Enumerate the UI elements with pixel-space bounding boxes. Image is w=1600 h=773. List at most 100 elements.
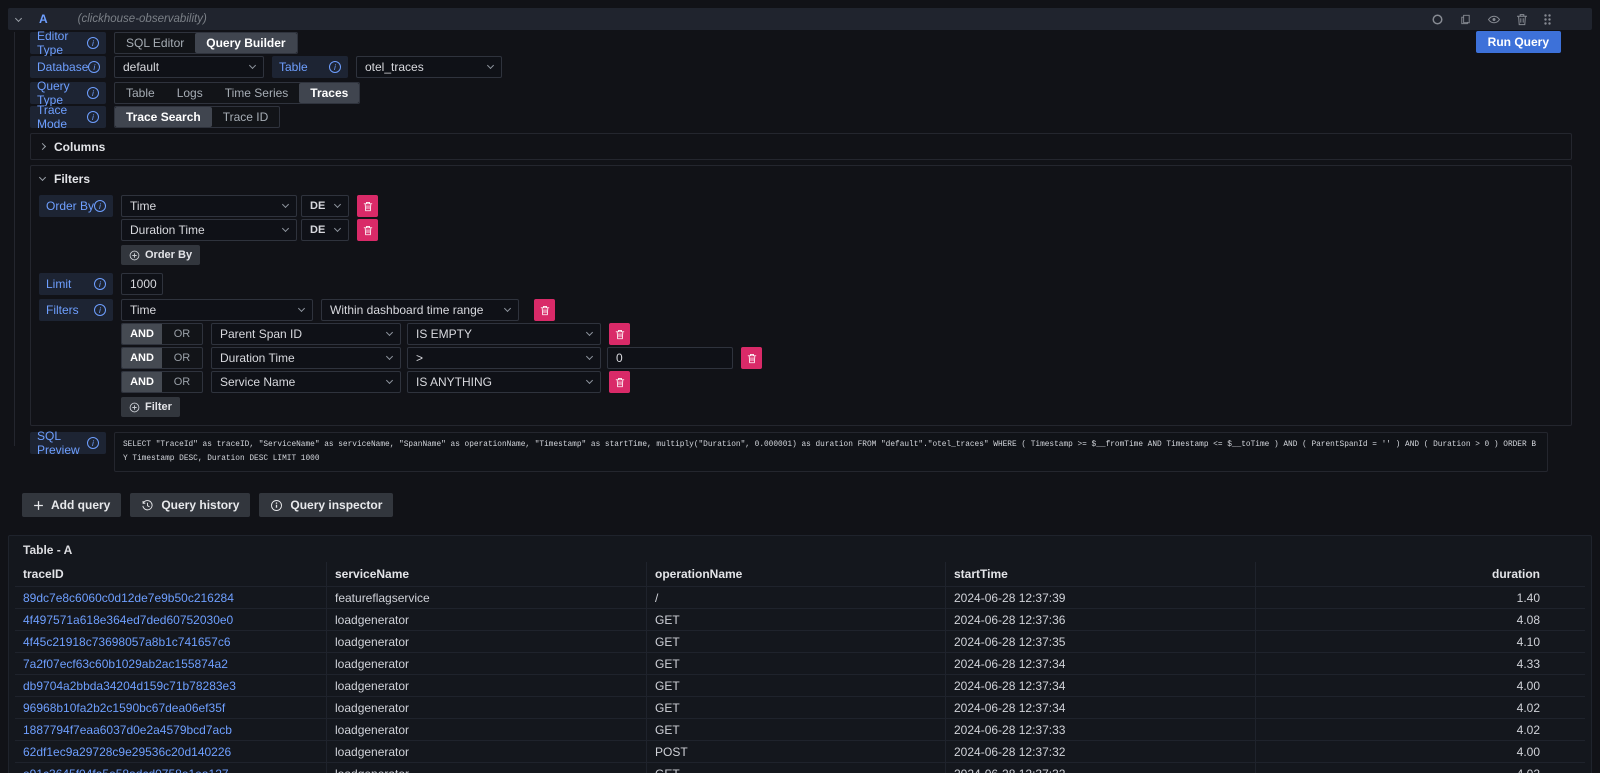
editor-type-sql-editor[interactable]: SQL Editor	[115, 33, 195, 53]
add-query-button[interactable]: Add query	[22, 493, 121, 517]
query-row-header[interactable]: A (clickhouse-observability)	[8, 8, 1592, 30]
remove-filter-button[interactable]	[534, 299, 555, 321]
trash-icon[interactable]	[1516, 13, 1528, 26]
filter-field-select[interactable]: Duration Time	[211, 347, 401, 369]
column-header-duration[interactable]: duration	[1256, 562, 1585, 586]
column-header-operationname[interactable]: operationName	[647, 562, 946, 586]
trace-id-link[interactable]: 4f45c21918c73698057a8b1c741657c6	[15, 631, 327, 652]
info-icon[interactable]	[87, 437, 99, 449]
order-by-direction-select[interactable]: DESC	[301, 195, 349, 217]
order-by-row: Time DESC	[121, 195, 378, 217]
order-by-direction-select[interactable]: DESC	[301, 219, 349, 241]
trace-id-link[interactable]: e91c3645f04fa5e58adcd0758e1ea127	[15, 763, 327, 773]
editor-type-query-builder[interactable]: Query Builder	[195, 33, 296, 53]
chevron-down-icon	[334, 225, 341, 232]
info-icon[interactable]	[87, 111, 99, 123]
info-icon[interactable]	[87, 37, 99, 49]
column-header-traceid[interactable]: traceID	[15, 562, 327, 586]
limit-input[interactable]: 1000	[121, 273, 163, 295]
filter-value-input[interactable]: 0	[607, 347, 733, 369]
copy-icon[interactable]	[1459, 13, 1472, 26]
or-option[interactable]: OR	[162, 348, 202, 368]
add-filter-button[interactable]: Filter	[121, 397, 180, 417]
query-type-traces[interactable]: Traces	[299, 83, 359, 103]
eye-icon[interactable]	[1487, 13, 1501, 26]
or-option[interactable]: OR	[162, 372, 202, 392]
database-select[interactable]: default	[114, 56, 264, 78]
trace-id-link[interactable]: 96968b10fa2b2c1590bc67dea06ef35f	[15, 697, 327, 718]
trace-id-link[interactable]: 62df1ec9a29728c9e29536c20d140226	[15, 741, 327, 762]
query-editor-row: A (clickhouse-observability)	[8, 8, 1592, 517]
filter-operator-select[interactable]: IS ANYTHING	[407, 371, 601, 393]
trace-id-link[interactable]: 89dc7e8c6060c0d12de7e9b50c216284	[15, 587, 327, 608]
trace-id-link[interactable]: 4f497571a618e364ed7ded60752030e0	[15, 609, 327, 630]
remove-filter-button[interactable]	[741, 347, 762, 369]
query-type-table[interactable]: Table	[115, 83, 166, 103]
chevron-down-icon	[586, 353, 593, 360]
info-icon[interactable]	[94, 278, 106, 290]
remove-filter-button[interactable]	[609, 323, 630, 345]
remove-order-by-button[interactable]	[357, 219, 378, 241]
and-option[interactable]: AND	[122, 348, 162, 368]
and-option[interactable]: AND	[122, 324, 162, 344]
start-time-cell: 2024-06-28 12:37:34	[946, 697, 1256, 718]
drag-handle-icon[interactable]	[1543, 13, 1552, 26]
trace-id-link[interactable]: db9704a2bbda34204d159c71b78283e3	[15, 675, 327, 696]
info-icon[interactable]	[94, 200, 106, 212]
editor-type-row: Editor Type SQL Editor Query Builder	[30, 32, 1572, 54]
table-header-row: traceID serviceName operationName startT…	[15, 562, 1585, 586]
filter-condition-select[interactable]: Within dashboard time range	[321, 299, 519, 321]
filter-field-select[interactable]: Service Name	[211, 371, 401, 393]
add-order-by-button[interactable]: Order By	[121, 245, 200, 265]
table-label: Table	[272, 56, 348, 78]
remove-order-by-button[interactable]	[357, 195, 378, 217]
operation-name-cell: /	[647, 587, 946, 608]
trace-mode-trace-id[interactable]: Trace ID	[212, 107, 280, 127]
column-header-servicename[interactable]: serviceName	[327, 562, 647, 586]
filter-operator-select[interactable]: IS EMPTY	[407, 323, 601, 345]
duration-cell: 4.00	[1256, 741, 1585, 762]
collapse-chevron-icon[interactable]	[15, 14, 22, 21]
info-icon[interactable]	[87, 87, 99, 99]
column-header-starttime[interactable]: startTime	[946, 562, 1256, 586]
filter-row: AND OR Parent Span ID IS EMPTY	[121, 323, 762, 345]
chevron-down-icon	[249, 62, 256, 69]
or-option[interactable]: OR	[162, 324, 202, 344]
info-icon[interactable]	[329, 61, 341, 73]
trace-id-link[interactable]: 1887794f7eaa6037d0e2a4579bcd7acb	[15, 719, 327, 740]
duration-cell: 4.10	[1256, 631, 1585, 652]
panel-title[interactable]: Table - A	[15, 536, 1585, 562]
query-type-time-series[interactable]: Time Series	[214, 83, 300, 103]
table-select[interactable]: otel_traces	[356, 56, 502, 78]
table-row: 1887794f7eaa6037d0e2a4579bcd7acb loadgen…	[15, 718, 1585, 740]
start-time-cell: 2024-06-28 12:37:34	[946, 653, 1256, 674]
help-circle-icon[interactable]	[1431, 13, 1444, 26]
query-row-actions	[1431, 13, 1552, 26]
query-history-button[interactable]: Query history	[130, 493, 250, 517]
conjunction-switch: AND OR	[121, 347, 203, 369]
start-time-cell: 2024-06-28 12:37:34	[946, 675, 1256, 696]
info-icon[interactable]	[94, 304, 106, 316]
remove-filter-button[interactable]	[609, 371, 630, 393]
trace-id-link[interactable]: 7a2f07ecf63c60b1029ab2ac155874a2	[15, 653, 327, 674]
columns-section-toggle[interactable]: Columns	[31, 134, 1571, 159]
order-by-field-select[interactable]: Time	[121, 195, 297, 217]
filter-field-select[interactable]: Time	[121, 299, 313, 321]
order-by-field-select[interactable]: Duration Time	[121, 219, 297, 241]
filters-section-toggle[interactable]: Filters	[31, 166, 1571, 191]
duration-cell: 4.02	[1256, 697, 1585, 718]
order-by-row: Duration Time DESC	[121, 219, 378, 241]
info-icon[interactable]	[88, 61, 100, 73]
query-type-logs[interactable]: Logs	[166, 83, 214, 103]
run-query-button[interactable]: Run Query	[1476, 31, 1561, 53]
trace-mode-trace-search[interactable]: Trace Search	[115, 107, 212, 127]
sql-preview-label: SQL Preview	[30, 432, 106, 454]
and-option[interactable]: AND	[122, 372, 162, 392]
start-time-cell: 2024-06-28 12:37:32	[946, 741, 1256, 762]
filter-operator-select[interactable]: >	[407, 347, 601, 369]
filters-group: Filters Time Within dashboard time range	[39, 299, 1563, 393]
filter-field-select[interactable]: Parent Span ID	[211, 323, 401, 345]
plus-circle-icon	[129, 250, 140, 261]
query-inspector-button[interactable]: Query inspector	[259, 493, 393, 517]
query-type-switch: Table Logs Time Series Traces	[114, 82, 360, 104]
